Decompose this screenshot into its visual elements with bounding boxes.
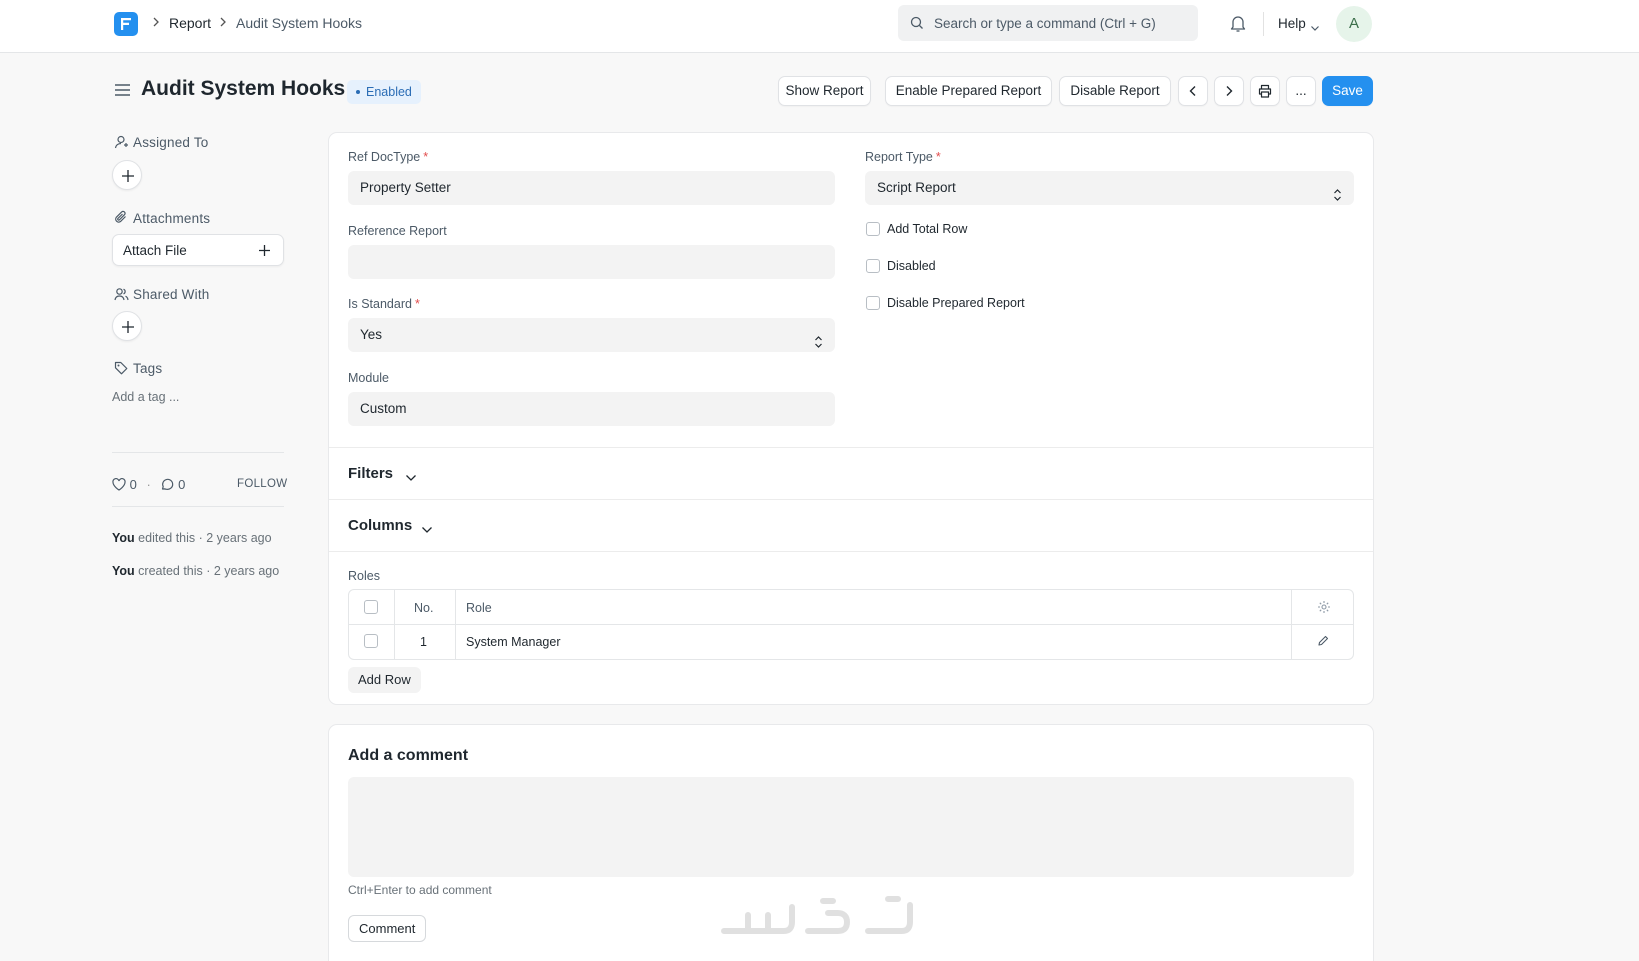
- divider: [112, 506, 284, 507]
- search-icon: [910, 16, 924, 33]
- report-type-label: Report Type *: [865, 150, 941, 164]
- tag-icon: [114, 361, 128, 378]
- comment-input[interactable]: [348, 777, 1354, 877]
- add-row-button[interactable]: Add Row: [348, 667, 421, 693]
- comment-icon[interactable]: [160, 478, 174, 494]
- breadcrumb-report[interactable]: Report: [169, 15, 211, 31]
- print-button[interactable]: [1250, 76, 1280, 106]
- chevron-down-icon: [1310, 20, 1320, 35]
- sidebar-toggle-icon[interactable]: [114, 83, 131, 100]
- filters-section-toggle[interactable]: Filters: [348, 465, 393, 482]
- disable-report-button[interactable]: Disable Report: [1059, 76, 1171, 106]
- breadcrumb-current[interactable]: Audit System Hooks: [236, 15, 362, 31]
- row-number: 1: [420, 635, 427, 649]
- is-standard-label: Is Standard *: [348, 297, 420, 311]
- plus-icon: [122, 321, 134, 333]
- save-button[interactable]: Save: [1322, 76, 1373, 106]
- heart-icon[interactable]: [112, 477, 126, 494]
- columns-section-toggle[interactable]: Columns: [348, 517, 412, 534]
- add-assignee-button[interactable]: [112, 160, 142, 190]
- tags-label: Tags: [133, 361, 163, 376]
- users-icon: [114, 287, 129, 304]
- search-input[interactable]: Search or type a command (Ctrl + G): [898, 5, 1198, 41]
- select-arrows-icon: [1333, 181, 1342, 215]
- enable-prepared-report-button[interactable]: Enable Prepared Report: [885, 76, 1052, 106]
- status-badge: Enabled: [347, 80, 421, 104]
- navbar: Report Audit System Hooks Search or type…: [0, 0, 1639, 53]
- disable-prepared-report-checkbox[interactable]: [866, 296, 880, 310]
- divider: [1263, 12, 1264, 36]
- attach-file-button[interactable]: Attach File: [112, 234, 284, 266]
- chevron-right-icon: [152, 16, 160, 31]
- previous-doc-button[interactable]: [1178, 76, 1208, 106]
- gear-icon[interactable]: [1317, 600, 1331, 617]
- column-header-role: Role: [466, 601, 492, 615]
- shared-with-label: Shared With: [133, 287, 210, 302]
- user-icon: [114, 135, 128, 152]
- comment-button[interactable]: Comment: [348, 915, 427, 942]
- help-menu[interactable]: Help: [1278, 16, 1306, 31]
- activity-item: You edited this · 2 years ago: [112, 531, 272, 545]
- activity-item: You created this · 2 years ago: [112, 564, 280, 578]
- module-label: Module: [348, 371, 389, 385]
- comment-title: Add a comment: [348, 747, 469, 764]
- more-actions-button[interactable]: ...: [1286, 76, 1316, 106]
- chevron-right-icon: [1226, 86, 1233, 96]
- reference-report-label: Reference Report: [348, 224, 447, 238]
- attach-file-label: Attach File: [123, 243, 187, 258]
- bell-icon[interactable]: [1229, 14, 1247, 36]
- row-checkbox[interactable]: [364, 634, 378, 648]
- chevron-down-icon[interactable]: [405, 470, 417, 485]
- ref-doctype-label: Ref DocType *: [348, 150, 429, 164]
- chevron-down-icon[interactable]: [421, 522, 433, 537]
- role-cell[interactable]: System Manager: [466, 635, 560, 649]
- module-input[interactable]: Custom: [348, 392, 835, 426]
- disabled-checkbox[interactable]: [866, 259, 880, 273]
- page-title: Audit System Hooks: [141, 77, 346, 100]
- report-type-value: Script Report: [877, 180, 956, 195]
- comment-hint: Ctrl+Enter to add comment: [348, 883, 492, 897]
- form-card: Ref DocType * Property Setter Reference R…: [328, 132, 1374, 705]
- printer-icon: [1258, 84, 1272, 98]
- assigned-to-label: Assigned To: [133, 135, 209, 150]
- show-report-button[interactable]: Show Report: [778, 76, 871, 106]
- ref-doctype-input[interactable]: Property Setter: [348, 171, 835, 205]
- add-share-button[interactable]: [112, 311, 142, 341]
- divider: [329, 447, 1373, 448]
- select-arrows-icon: [814, 328, 823, 362]
- follow-button[interactable]: FOLLOW: [237, 478, 287, 490]
- attachments-label: Attachments: [133, 211, 211, 226]
- add-total-row-checkbox[interactable]: [866, 222, 880, 236]
- engagement-stats: 0 · 0: [112, 477, 185, 494]
- app-logo-icon[interactable]: [114, 12, 138, 36]
- is-standard-select[interactable]: Yes: [348, 318, 835, 352]
- search-placeholder: Search or type a command (Ctrl + G): [934, 16, 1156, 31]
- add-total-row-label: Add Total Row: [887, 222, 968, 236]
- reference-report-input[interactable]: [348, 245, 835, 279]
- next-doc-button[interactable]: [1214, 76, 1244, 106]
- watermark-logo: [718, 893, 918, 940]
- status-badge-text: Enabled: [366, 85, 412, 99]
- select-all-checkbox[interactable]: [364, 600, 378, 614]
- disable-prepared-report-label: Disable Prepared Report: [887, 296, 1025, 310]
- roles-table: No. Role 1 System Manager: [348, 589, 1354, 660]
- divider: [329, 499, 1373, 500]
- edit-icon[interactable]: [1317, 635, 1329, 650]
- chevron-left-icon: [1189, 86, 1196, 96]
- avatar[interactable]: A: [1336, 6, 1372, 42]
- report-type-select[interactable]: Script Report: [865, 171, 1354, 205]
- roles-label: Roles: [348, 569, 380, 583]
- chevron-right-icon: [219, 16, 227, 31]
- disabled-label: Disabled: [887, 259, 936, 273]
- divider: [329, 551, 1373, 552]
- plus-icon: [259, 245, 270, 256]
- comment-count: 0: [178, 477, 186, 492]
- like-count: 0: [129, 477, 137, 492]
- plus-icon: [122, 170, 134, 182]
- divider: [112, 452, 284, 453]
- add-tag-link[interactable]: Add a tag ...: [112, 390, 179, 404]
- is-standard-value: Yes: [360, 327, 383, 342]
- column-header-no: No.: [414, 601, 434, 615]
- paperclip-icon: [114, 210, 128, 227]
